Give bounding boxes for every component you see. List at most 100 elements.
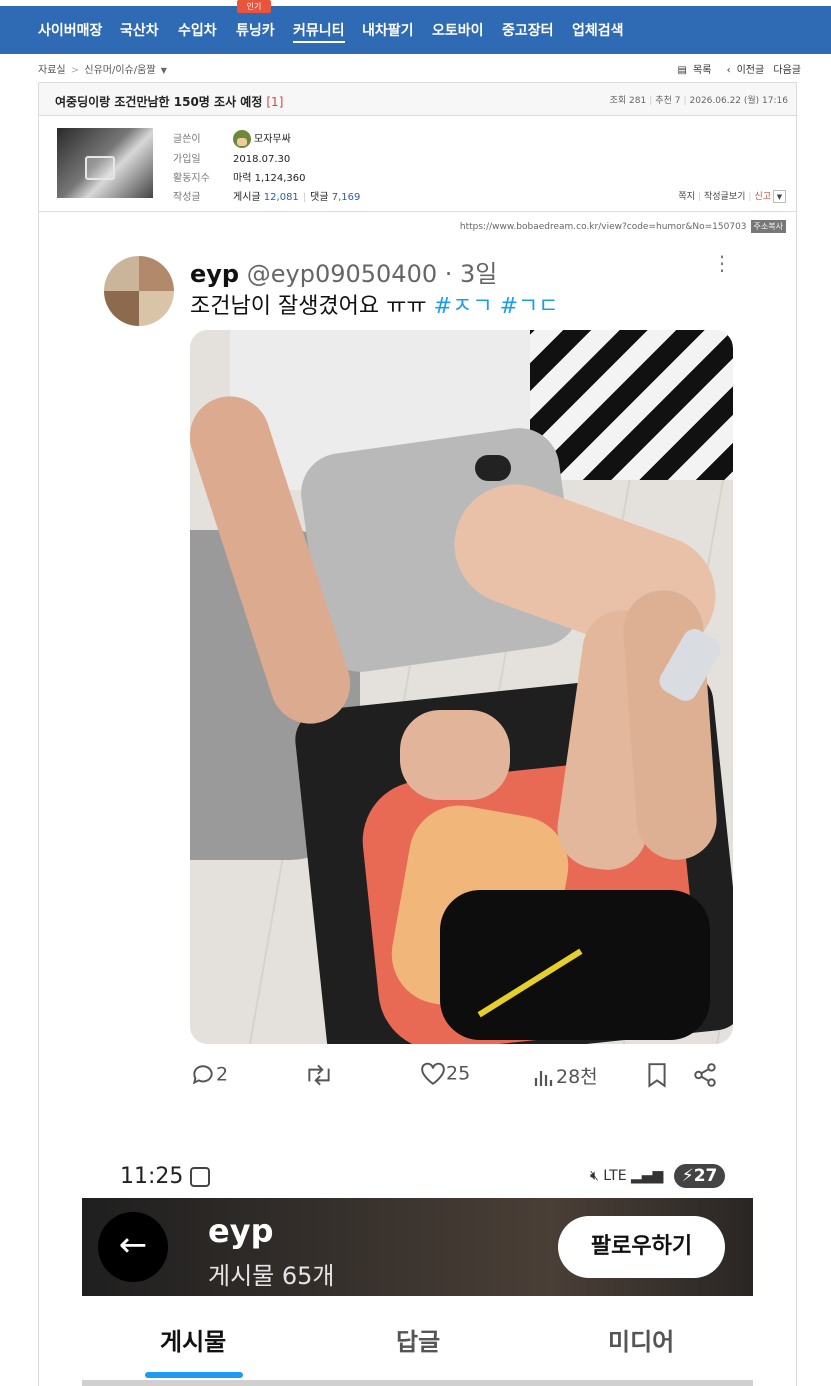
joined-row: 가입일 2018.07.30 (173, 150, 290, 165)
post-navigation: ▤ 목록 ‹ 이전글 다음글 (666, 61, 801, 76)
content-strip (82, 1380, 753, 1386)
like-count: 25 (446, 1062, 471, 1085)
views-button[interactable]: 28천 (532, 1062, 598, 1090)
screen-record-icon (190, 1167, 210, 1187)
nav-item-company-search[interactable]: 업체검색 (572, 20, 624, 40)
retweet-icon (308, 1064, 330, 1086)
network-label: LTE (603, 1168, 627, 1184)
list-icon: ▤ (677, 65, 687, 76)
tab-replies[interactable]: 답글 (396, 1322, 440, 1357)
activity-value: 마력 1,124,360 (233, 173, 306, 184)
posts-prefix: 게시글 (233, 192, 261, 203)
posts-count[interactable]: 12,081 (264, 192, 299, 203)
comments-count[interactable]: 7,169 (332, 192, 361, 203)
back-arrow-icon[interactable]: ← (98, 1212, 168, 1282)
retweet-button[interactable] (304, 1062, 334, 1088)
breadcrumb-current[interactable]: 신유머/이슈/움짤 (84, 65, 155, 76)
activity-row: 활동지수 마력 1,124,360 (173, 169, 305, 184)
next-link[interactable]: 다음글 (773, 65, 801, 76)
profile-post-count: 게시물 65개 (208, 1262, 335, 1290)
tab-posts[interactable]: 게시물 (160, 1322, 226, 1357)
post-title-bar: 여중딩이랑 조건만남한 150명 조사 예정 [1] 조회 281 | 추천 7 | 20… (38, 82, 797, 116)
glass-shape (85, 156, 115, 180)
breadcrumb-separator: > (70, 65, 80, 76)
mute-icon: 🔇︎ (590, 1168, 599, 1184)
view-posts-button[interactable]: 작성글보기 (704, 192, 745, 202)
profile-header: ← eyp 게시물 65개 팔로우하기 (82, 1198, 753, 1296)
posts-label: 작성글 (173, 192, 201, 203)
chevron-down-icon[interactable]: ▼ (161, 66, 167, 75)
report-button[interactable]: 신고 (754, 192, 771, 202)
battery-level: 27 (693, 1166, 718, 1186)
activity-label: 활동지수 (173, 173, 210, 184)
more-icon[interactable]: ⋮ (712, 253, 732, 273)
heart-icon (421, 1062, 445, 1085)
breadcrumb: 자료실 > 신유머/이슈/움짤 ▼ (38, 61, 167, 76)
writer-name[interactable]: 모자무싸 (254, 134, 291, 145)
tweet-body: 조건남이 잘생겼어요 ㅠㅠ (190, 294, 427, 319)
views-count: 조회 281 (609, 96, 647, 106)
url-row: https://www.bobaedream.co.kr/view?code=h… (460, 220, 786, 233)
posts-row: 작성글 게시글 12,081 | 댓글 7,169 (173, 188, 360, 203)
tweet-author-name[interactable]: eyp (190, 260, 239, 288)
battery-icon: ⚡27 (673, 1164, 726, 1188)
writer-label: 글쓴이 (173, 134, 201, 145)
copy-url-button[interactable]: 주소복사 (750, 220, 786, 233)
reply-button[interactable]: 2 (190, 1062, 228, 1088)
comments-prefix: 댓글 (310, 192, 329, 203)
status-icons: 🔇︎ LTE ▂▄▆ ⚡27 (590, 1164, 726, 1188)
hashtag-2[interactable]: #ㄱㄷ (500, 294, 559, 319)
nav-item-motorcycle[interactable]: 오토바이 (432, 20, 484, 40)
list-link[interactable]: ▤ 목록 (672, 65, 712, 76)
post-title-text: 여중딩이랑 조건만남한 150명 조사 예정 (55, 95, 263, 109)
tweet-actions: 2 25 28천 (190, 1062, 730, 1092)
follow-button[interactable]: 팔로우하기 (558, 1216, 725, 1278)
share-icon (694, 1063, 716, 1087)
joined-label: 가입일 (173, 154, 201, 165)
tweet-text: 조건남이 잘생겼어요 ㅠㅠ #ㅈㄱ #ㄱㄷ (190, 288, 558, 320)
tweet-avatar[interactable] (104, 256, 174, 326)
post-url: https://www.bobaedream.co.kr/view?code=h… (459, 222, 747, 232)
tweet-photo[interactable] (190, 330, 733, 1044)
hashtag-1[interactable]: #ㅈㄱ (434, 294, 493, 319)
tweet-header: eyp @eyp09050400 · 3일 (190, 254, 497, 289)
signal-icon: ▂▄▆ (631, 1168, 664, 1184)
post-date: 2026.06.22 (월) 17:16 (689, 96, 789, 106)
avatar (233, 130, 251, 148)
writer-row: 글쓴이 모자무싸 (173, 130, 291, 148)
author-profile-image[interactable] (57, 128, 153, 198)
author-info: 글쓴이 모자무싸 가입일 2018.07.30 활동지수 마력 1,124,360 작… (38, 116, 797, 212)
status-time: 11:25 (120, 1164, 184, 1189)
post-title: 여중딩이랑 조건만남한 150명 조사 예정 [1] (55, 93, 283, 110)
nav-item-used-market[interactable]: 중고장터 (502, 20, 554, 40)
chevron-down-icon[interactable]: ▼ (773, 190, 786, 203)
like-button[interactable]: 25 (420, 1062, 470, 1086)
bookmark-icon (648, 1063, 666, 1088)
nav-item-sell-car[interactable]: 내차팔기 (362, 20, 414, 40)
top-navigation: 인기 사이버매장 국산차 수입차 튜닝카 커뮤니티 내차팔기 오토바이 중고장터… (0, 0, 831, 56)
reply-icon (192, 1065, 213, 1085)
bookmark-button[interactable] (646, 1062, 668, 1088)
author-actions: 쪽지 | 작성글보기 | 신고 ▼ (678, 189, 786, 203)
nav-item-cyber-store[interactable]: 사이버매장 (38, 20, 102, 40)
joined-date: 2018.07.30 (233, 154, 291, 165)
active-tab-indicator (145, 1372, 243, 1378)
nav-item-import-car[interactable]: 수입차 (178, 20, 217, 40)
comment-count[interactable]: [1] (266, 95, 283, 109)
tweet-age: · 3일 (444, 260, 498, 288)
recommend-count: 추천 7 (655, 96, 681, 106)
views-count: 28천 (556, 1066, 598, 1088)
nav-item-domestic-car[interactable]: 국산차 (120, 20, 159, 40)
nav-item-community[interactable]: 커뮤니티 (293, 20, 345, 43)
breadcrumb-root[interactable]: 자료실 (38, 65, 66, 76)
reply-count: 2 (216, 1063, 229, 1086)
tab-media[interactable]: 미디어 (608, 1322, 674, 1357)
share-button[interactable] (692, 1062, 718, 1088)
chevron-left-icon: ‹ (726, 65, 731, 76)
profile-name: eyp (208, 1212, 274, 1250)
prev-link[interactable]: ‹ 이전글 (721, 65, 765, 76)
tweet-author-handle[interactable]: @eyp09050400 (247, 260, 437, 288)
post-meta: 조회 281 | 추천 7 | 2026.06.22 (월) 17:16 (609, 96, 789, 106)
nav-item-tuning-car[interactable]: 튜닝카 (236, 20, 275, 40)
message-button[interactable]: 쪽지 (678, 192, 695, 202)
